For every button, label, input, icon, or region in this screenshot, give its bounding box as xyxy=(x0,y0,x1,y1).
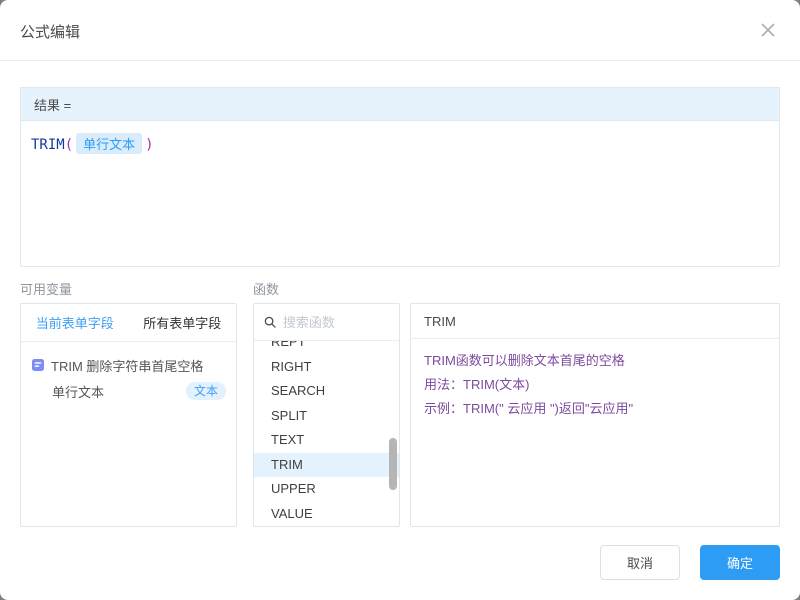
functions-section-label: 函数 xyxy=(253,279,279,298)
close-paren: ) xyxy=(145,137,153,153)
function-item-split[interactable]: SPLIT xyxy=(254,404,399,429)
function-list-viewport: REPT RIGHT SEARCH SPLIT TEXT TRIM UPPER … xyxy=(254,341,399,526)
search-icon xyxy=(264,315,276,329)
variables-section-label: 可用变量 xyxy=(20,279,72,298)
function-search-input[interactable] xyxy=(283,315,389,330)
variables-panel: 当前表单字段 所有表单字段 TRIM 删除字符串首尾空格 单行文本 文本 xyxy=(20,303,237,527)
function-item-text[interactable]: TEXT xyxy=(254,428,399,453)
formula-editor: 结果 = TRIM(单行文本) xyxy=(20,87,780,267)
formula-edit-dialog: 公式编辑 结果 = TRIM(单行文本) 可用变量 函数 当前表单字段 所有表单… xyxy=(0,0,800,600)
variables-tabs: 当前表单字段 所有表单字段 xyxy=(21,304,236,342)
variable-group-label: TRIM 删除字符串首尾空格 xyxy=(51,356,203,375)
function-item-upper[interactable]: UPPER xyxy=(254,477,399,502)
function-search-box xyxy=(254,304,399,341)
cancel-button[interactable]: 取消 xyxy=(600,545,680,580)
description-panel: TRIM TRIM函数可以删除文本首尾的空格 用法：TRIM(文本) 示例：TR… xyxy=(410,303,780,527)
variable-group-item[interactable]: TRIM 删除字符串首尾空格 xyxy=(31,352,226,378)
form-field-icon xyxy=(31,358,45,372)
description-line: 示例：TRIM(" 云应用 ")返回"云应用" xyxy=(424,397,766,421)
function-list: REPT RIGHT SEARCH SPLIT TEXT TRIM UPPER … xyxy=(254,341,399,526)
tab-all-form-fields[interactable]: 所有表单字段 xyxy=(129,304,237,341)
open-paren: ( xyxy=(65,137,73,153)
close-icon xyxy=(759,21,777,39)
formula-function-name: TRIM xyxy=(31,137,65,153)
tab-current-form-fields[interactable]: 当前表单字段 xyxy=(21,304,129,341)
close-button[interactable] xyxy=(756,18,780,42)
function-item-rept[interactable]: REPT xyxy=(254,341,399,355)
scrollbar-thumb[interactable] xyxy=(389,438,397,490)
function-item-right[interactable]: RIGHT xyxy=(254,355,399,380)
description-line: TRIM函数可以删除文本首尾的空格 xyxy=(424,349,766,373)
variable-field-label: 单行文本 xyxy=(52,382,104,401)
argument-chip[interactable]: 单行文本 xyxy=(76,133,142,154)
variable-field-item[interactable]: 单行文本 文本 xyxy=(31,378,226,404)
formula-expression[interactable]: TRIM(单行文本) xyxy=(21,121,779,166)
function-item-search[interactable]: SEARCH xyxy=(254,379,399,404)
dialog-title: 公式编辑 xyxy=(20,21,80,42)
variable-list: TRIM 删除字符串首尾空格 单行文本 文本 xyxy=(21,342,236,414)
description-title: TRIM xyxy=(411,304,779,339)
field-type-badge: 文本 xyxy=(186,382,226,400)
description-body: TRIM函数可以删除文本首尾的空格 用法：TRIM(文本) 示例：TRIM(" … xyxy=(411,339,779,431)
result-label: 结果 = xyxy=(21,88,779,121)
title-divider xyxy=(0,60,800,61)
function-item-trim[interactable]: TRIM xyxy=(254,453,399,478)
functions-panel: REPT RIGHT SEARCH SPLIT TEXT TRIM UPPER … xyxy=(253,303,400,527)
confirm-button[interactable]: 确定 xyxy=(700,545,780,580)
description-line: 用法：TRIM(文本) xyxy=(424,373,766,397)
function-item-value[interactable]: VALUE xyxy=(254,502,399,527)
